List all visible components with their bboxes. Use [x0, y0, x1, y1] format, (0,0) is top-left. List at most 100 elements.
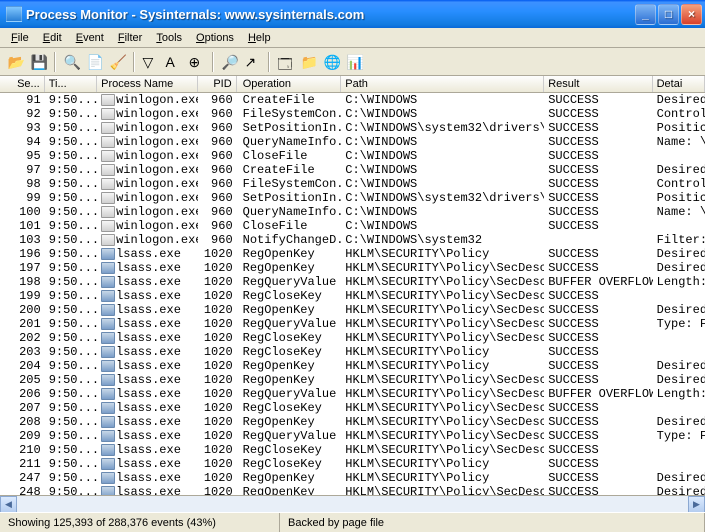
- event-grid[interactable]: 919:50...winlogon.exe960CreateFileC:\WIN…: [0, 93, 705, 495]
- table-row[interactable]: 2059:50...lsass.exe1020RegOpenKeyHKLM\SE…: [0, 373, 705, 387]
- cell-det: [653, 331, 705, 345]
- cell-op: RegCloseKey: [237, 289, 342, 303]
- table-row[interactable]: 1039:50...winlogon.exe960NotifyChangeD..…: [0, 233, 705, 247]
- cell-op: FileSystemCon..: [237, 177, 342, 191]
- registry-button[interactable]: 🗔: [274, 51, 297, 73]
- cell-pid: 1020: [198, 387, 237, 401]
- process-thread-button[interactable]: 📊: [343, 51, 366, 73]
- table-row[interactable]: 1019:50...winlogon.exe960CloseFileC:\WIN…: [0, 219, 705, 233]
- cell-proc: lsass.exe: [97, 331, 198, 345]
- network-button[interactable]: 🌐: [320, 51, 343, 73]
- cell-pid: 960: [198, 107, 237, 121]
- table-row[interactable]: 999:50...winlogon.exe960SetPositionIn..C…: [0, 191, 705, 205]
- table-row[interactable]: 989:50...winlogon.exe960FileSystemCon..C…: [0, 177, 705, 191]
- cell-det: Name: \: [653, 205, 705, 219]
- cell-pid: 1020: [198, 443, 237, 457]
- process-icon: [101, 332, 115, 344]
- highlight-button[interactable]: A: [162, 51, 185, 73]
- table-row[interactable]: 1969:50...lsass.exe1020RegOpenKeyHKLM\SE…: [0, 247, 705, 261]
- cell-det: [653, 149, 705, 163]
- find-button[interactable]: 🔎: [218, 51, 241, 73]
- cell-path: HKLM\SECURITY\Policy\SecDesc\(...: [341, 429, 544, 443]
- clear-button[interactable]: 🧹: [106, 51, 129, 73]
- hscroll-right-button[interactable]: ▶: [688, 496, 705, 513]
- table-row[interactable]: 959:50...winlogon.exe960CloseFileC:\WIND…: [0, 149, 705, 163]
- table-row[interactable]: 939:50...winlogon.exe960SetPositionIn..C…: [0, 121, 705, 135]
- cell-path: HKLM\SECURITY\Policy: [341, 345, 544, 359]
- table-row[interactable]: 2019:50...lsass.exe1020RegQueryValueHKLM…: [0, 317, 705, 331]
- menu-event[interactable]: Event: [69, 30, 111, 46]
- table-row[interactable]: 2489:50...lsass.exe1020RegOpenKeyHKLM\SE…: [0, 485, 705, 495]
- menu-edit[interactable]: Edit: [36, 30, 69, 46]
- column-header-op[interactable]: Operation: [237, 76, 342, 92]
- column-header-proc[interactable]: Process Name: [97, 76, 198, 92]
- table-row[interactable]: 979:50...winlogon.exe960CreateFileC:\WIN…: [0, 163, 705, 177]
- table-row[interactable]: 929:50...winlogon.exe960FileSystemCon..C…: [0, 107, 705, 121]
- close-button[interactable]: ×: [681, 4, 702, 25]
- hscroll-left-button[interactable]: ◀: [0, 496, 17, 513]
- table-row[interactable]: 2119:50...lsass.exe1020RegCloseKeyHKLM\S…: [0, 457, 705, 471]
- table-row[interactable]: 2479:50...lsass.exe1020RegOpenKeyHKLM\SE…: [0, 471, 705, 485]
- clear-icon: 🧹: [110, 54, 126, 70]
- cell-time: 9:50...: [45, 205, 97, 219]
- filter-button[interactable]: ▽: [139, 51, 162, 73]
- menu-options[interactable]: Options: [189, 30, 241, 46]
- toolbar-separator: [212, 52, 214, 72]
- table-row[interactable]: 1999:50...lsass.exe1020RegCloseKeyHKLM\S…: [0, 289, 705, 303]
- hscrollbar[interactable]: ◀ ▶: [0, 495, 705, 512]
- table-row[interactable]: 1979:50...lsass.exe1020RegOpenKeyHKLM\SE…: [0, 261, 705, 275]
- table-row[interactable]: 2039:50...lsass.exe1020RegCloseKeyHKLM\S…: [0, 345, 705, 359]
- cell-seq: 208: [0, 415, 45, 429]
- table-row[interactable]: 2089:50...lsass.exe1020RegOpenKeyHKLM\SE…: [0, 415, 705, 429]
- cell-time: 9:50...: [45, 247, 97, 261]
- column-header-res[interactable]: Result: [544, 76, 652, 92]
- capture-button[interactable]: 🔍: [60, 51, 83, 73]
- cell-seq: 94: [0, 135, 45, 149]
- cell-res: SUCCESS: [544, 135, 652, 149]
- table-row[interactable]: 2029:50...lsass.exe1020RegCloseKeyHKLM\S…: [0, 331, 705, 345]
- column-header-pid[interactable]: PID: [198, 76, 237, 92]
- cell-det: Type: F: [653, 429, 705, 443]
- cell-proc: winlogon.exe: [97, 177, 198, 191]
- column-header-path[interactable]: Path: [341, 76, 544, 92]
- cell-det: Filter:: [653, 233, 705, 247]
- cell-seq: 100: [0, 205, 45, 219]
- column-header-time[interactable]: Ti...: [45, 76, 97, 92]
- table-row[interactable]: 2079:50...lsass.exe1020RegCloseKeyHKLM\S…: [0, 401, 705, 415]
- menu-file[interactable]: File: [4, 30, 36, 46]
- table-row[interactable]: 949:50...winlogon.exe960QueryNameInfo..C…: [0, 135, 705, 149]
- table-row[interactable]: 2009:50...lsass.exe1020RegOpenKeyHKLM\SE…: [0, 303, 705, 317]
- cell-path: C:\WINDOWS: [341, 107, 544, 121]
- table-row[interactable]: 2109:50...lsass.exe1020RegCloseKeyHKLM\S…: [0, 443, 705, 457]
- cell-seq: 95: [0, 149, 45, 163]
- menu-filter[interactable]: Filter: [111, 30, 149, 46]
- cell-op: RegOpenKey: [237, 247, 342, 261]
- minimize-button[interactable]: _: [635, 4, 656, 25]
- include-button[interactable]: ⊕: [185, 51, 208, 73]
- hscroll-track[interactable]: [17, 496, 688, 512]
- open-button[interactable]: 📂: [4, 51, 27, 73]
- table-row[interactable]: 2049:50...lsass.exe1020RegOpenKeyHKLM\SE…: [0, 359, 705, 373]
- cell-res: SUCCESS: [544, 471, 652, 485]
- menu-help[interactable]: Help: [241, 30, 278, 46]
- autoscroll-button[interactable]: 📄: [83, 51, 106, 73]
- cell-op: QueryNameInfo..: [237, 205, 342, 219]
- table-row[interactable]: 2069:50...lsass.exe1020RegQueryValueHKLM…: [0, 387, 705, 401]
- process-icon: [101, 178, 115, 190]
- table-row[interactable]: 2099:50...lsass.exe1020RegQueryValueHKLM…: [0, 429, 705, 443]
- table-row[interactable]: 919:50...winlogon.exe960CreateFileC:\WIN…: [0, 93, 705, 107]
- cell-path: HKLM\SECURITY\Policy: [341, 247, 544, 261]
- column-header-det[interactable]: Detai: [653, 76, 705, 92]
- table-row[interactable]: 1989:50...lsass.exe1020RegQueryValueHKLM…: [0, 275, 705, 289]
- column-header-seq[interactable]: Se...: [0, 76, 45, 92]
- cell-time: 9:50...: [45, 121, 97, 135]
- cell-seq: 198: [0, 275, 45, 289]
- menu-tools[interactable]: Tools: [149, 30, 189, 46]
- table-row[interactable]: 1009:50...winlogon.exe960QueryNameInfo..…: [0, 205, 705, 219]
- cell-path: C:\WINDOWS\system32\drivers\fi...: [341, 121, 544, 135]
- maximize-button[interactable]: □: [658, 4, 679, 25]
- filesystem-button[interactable]: 📁: [297, 51, 320, 73]
- save-button[interactable]: 💾: [27, 51, 50, 73]
- cell-op: CloseFile: [237, 149, 342, 163]
- jump-button[interactable]: ↗: [241, 51, 264, 73]
